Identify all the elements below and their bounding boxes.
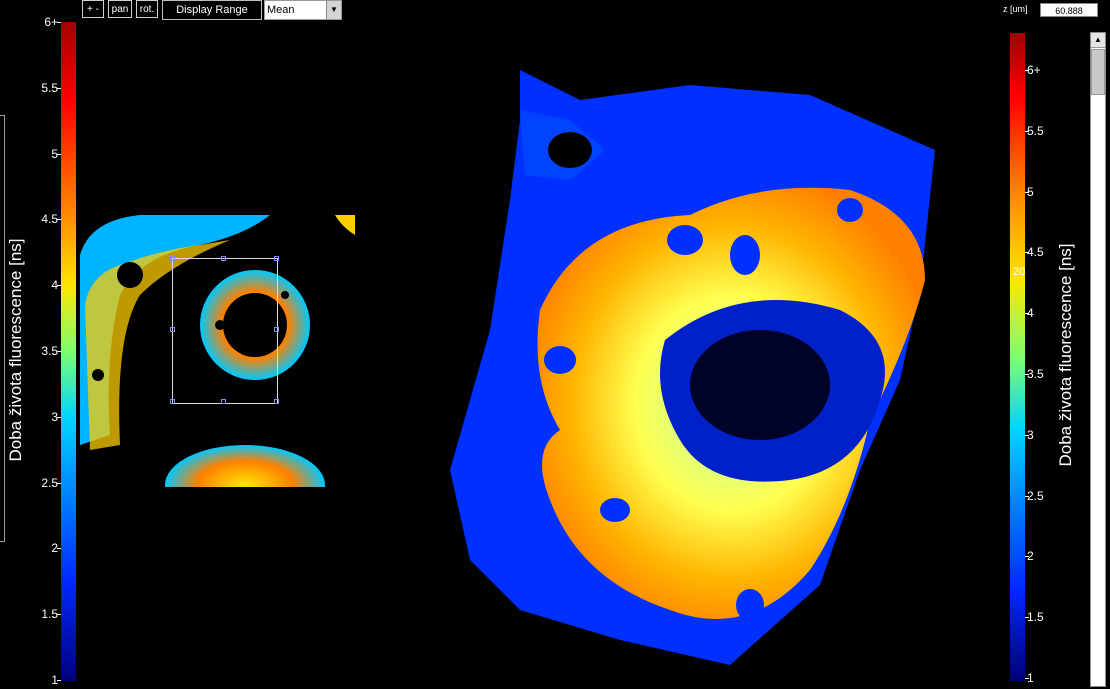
right-colorbar bbox=[1010, 33, 1025, 681]
mode-select-value: Mean bbox=[267, 4, 295, 16]
colorbar-tick-mark bbox=[57, 482, 61, 484]
chevron-down-icon[interactable]: ▼ bbox=[326, 1, 341, 19]
left-colorbar-title: Doba života fluorescence [ns] bbox=[6, 238, 25, 462]
rotate-button[interactable]: rot. bbox=[136, 0, 158, 18]
colorbar-tick-mark bbox=[1025, 617, 1029, 619]
scrollbar-thumb[interactable] bbox=[1091, 49, 1105, 95]
chevron-up-icon[interactable]: ▲ bbox=[1091, 33, 1105, 48]
colorbar-tick-label: 6+ bbox=[1027, 63, 1041, 77]
mode-select[interactable]: Mean ▼ bbox=[264, 0, 342, 20]
colorbar-tick-label: 6+ bbox=[44, 15, 58, 29]
display-range-button[interactable]: Display Range bbox=[162, 0, 262, 20]
colorbar-tick-mark bbox=[57, 416, 61, 418]
colorbar-tick-label: 4.5 bbox=[1027, 245, 1044, 260]
roi-handle[interactable] bbox=[274, 327, 279, 332]
colorbar-tick-mark bbox=[57, 680, 61, 681]
colorbar-tick-label: 1.5 bbox=[1027, 610, 1044, 625]
stray-label: 20 bbox=[1013, 266, 1026, 278]
colorbar-tick-mark bbox=[1025, 678, 1029, 679]
colorbar-tick-mark bbox=[1025, 191, 1029, 193]
colorbar-tick-label: 4 bbox=[51, 278, 58, 293]
right-3d-view[interactable] bbox=[430, 40, 950, 670]
colorbar-tick-mark bbox=[57, 351, 61, 352]
colorbar-tick-label: 5 bbox=[51, 146, 58, 161]
colorbar-tick-mark bbox=[57, 219, 61, 221]
colorbar-tick-label: 3.5 bbox=[41, 344, 58, 358]
colorbar-tick-label: 5.5 bbox=[41, 80, 58, 95]
colorbar-tick-label: 4.5 bbox=[41, 212, 58, 227]
colorbar-tick-label: 3.5 bbox=[1027, 367, 1044, 381]
vertical-scrollbar[interactable]: ▲ bbox=[1090, 32, 1106, 687]
colorbar-tick-mark bbox=[57, 153, 61, 155]
left-panel-bracket bbox=[0, 115, 5, 542]
colorbar-tick-mark bbox=[1025, 374, 1029, 375]
colorbar-tick-mark bbox=[1025, 70, 1029, 71]
right-fluorescence-render bbox=[450, 70, 935, 665]
roi-handle[interactable] bbox=[274, 256, 279, 261]
colorbar-tick-mark bbox=[1025, 495, 1029, 497]
colorbar-tick-mark bbox=[57, 548, 61, 550]
colorbar-tick-label: 5.5 bbox=[1027, 123, 1044, 138]
colorbar-tick-mark bbox=[1025, 130, 1029, 132]
colorbar-tick-mark bbox=[57, 614, 61, 616]
right-colorbar-title: Doba života fluorescence [ns] bbox=[1056, 243, 1075, 467]
colorbar-tick-label: 2.5 bbox=[1027, 488, 1044, 503]
colorbar-tick-label: 1.5 bbox=[41, 607, 58, 622]
colorbar-tick-mark bbox=[1025, 556, 1029, 558]
roi-handle[interactable] bbox=[274, 399, 279, 404]
zoom-button[interactable]: + - bbox=[82, 0, 104, 18]
z-slice-input[interactable]: 60.888 bbox=[1040, 3, 1098, 17]
roi-handle[interactable] bbox=[221, 256, 226, 261]
colorbar-tick-label: 1 bbox=[51, 673, 58, 687]
roi-handle[interactable] bbox=[170, 256, 175, 261]
colorbar-tick-mark bbox=[1025, 252, 1029, 254]
colorbar-tick-mark bbox=[57, 22, 61, 23]
roi-handle[interactable] bbox=[170, 327, 175, 332]
pan-button[interactable]: pan bbox=[108, 0, 132, 18]
roi-handle[interactable] bbox=[221, 399, 226, 404]
colorbar-tick-mark bbox=[57, 285, 61, 287]
colorbar-tick-mark bbox=[57, 87, 61, 89]
colorbar-tick-label: 2 bbox=[51, 541, 58, 556]
roi-selection-box[interactable] bbox=[172, 258, 278, 404]
colorbar-tick-label: 3 bbox=[51, 409, 58, 424]
colorbar-tick-mark bbox=[1025, 313, 1029, 315]
left-colorbar bbox=[61, 22, 76, 681]
colorbar-tick-mark bbox=[1025, 434, 1029, 436]
z-slice-label: z [um] bbox=[1003, 4, 1028, 14]
colorbar-tick-label: 2.5 bbox=[41, 475, 58, 490]
roi-handle[interactable] bbox=[170, 399, 175, 404]
